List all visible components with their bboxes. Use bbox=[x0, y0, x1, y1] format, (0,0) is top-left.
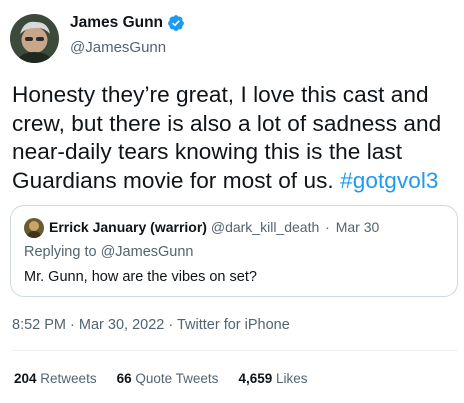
quoted-date[interactable]: Mar 30 bbox=[336, 219, 380, 235]
retweets-count: 204 bbox=[14, 371, 37, 386]
quoted-tweet[interactable]: Errick January (warrior) @dark_kill_deat… bbox=[10, 205, 458, 297]
quoted-author-avatar[interactable] bbox=[24, 218, 44, 238]
tweet-card: James Gunn @JamesGunn Honesty they’re gr… bbox=[0, 0, 464, 403]
tweet-date[interactable]: Mar 30, 2022 bbox=[79, 317, 164, 333]
quoted-text: Mr. Gunn, how are the vibes on set? bbox=[24, 269, 257, 285]
meta-separator: · bbox=[66, 317, 79, 333]
likes-stat[interactable]: 4,659 Likes bbox=[238, 371, 307, 386]
replying-handle[interactable]: @JamesGunn bbox=[101, 244, 194, 260]
divider bbox=[12, 350, 458, 351]
hashtag-link[interactable]: #gotgvol3 bbox=[340, 168, 438, 193]
tweet-source[interactable]: Twitter for iPhone bbox=[177, 317, 290, 333]
retweets-stat[interactable]: 204 Retweets bbox=[14, 371, 97, 386]
tweet-meta: 8:52 PM · Mar 30, 2022 · Twitter for iPh… bbox=[12, 317, 290, 333]
author-name-row: James Gunn bbox=[70, 14, 185, 32]
quoted-separator: · bbox=[325, 219, 330, 235]
tweet-text: Honesty they’re great, I love this cast … bbox=[12, 81, 458, 195]
quoted-author-handle[interactable]: @dark_kill_death bbox=[211, 219, 319, 235]
author-name[interactable]: James Gunn bbox=[70, 14, 163, 32]
retweets-label: Retweets bbox=[40, 371, 97, 386]
likes-count: 4,659 bbox=[238, 371, 273, 386]
quoted-header: Errick January (warrior) @dark_kill_deat… bbox=[49, 219, 379, 235]
replying-prefix: Replying to bbox=[24, 244, 101, 260]
tweet-time[interactable]: 8:52 PM bbox=[12, 317, 66, 333]
author-handle[interactable]: @JamesGunn bbox=[70, 39, 166, 56]
quoted-replying-to: Replying to @JamesGunn bbox=[24, 244, 193, 260]
meta-separator: · bbox=[164, 317, 177, 333]
likes-label: Likes bbox=[276, 371, 308, 386]
quoted-author-name[interactable]: Errick January (warrior) bbox=[49, 219, 207, 235]
author-avatar[interactable] bbox=[10, 14, 59, 63]
verified-badge-icon bbox=[167, 14, 185, 32]
engagement-stats: 204 Retweets 66 Quote Tweets 4,659 Likes bbox=[14, 371, 328, 386]
quote-tweets-stat[interactable]: 66 Quote Tweets bbox=[117, 371, 219, 386]
quote-tweets-label: Quote Tweets bbox=[135, 371, 219, 386]
quote-tweets-count: 66 bbox=[116, 371, 132, 386]
